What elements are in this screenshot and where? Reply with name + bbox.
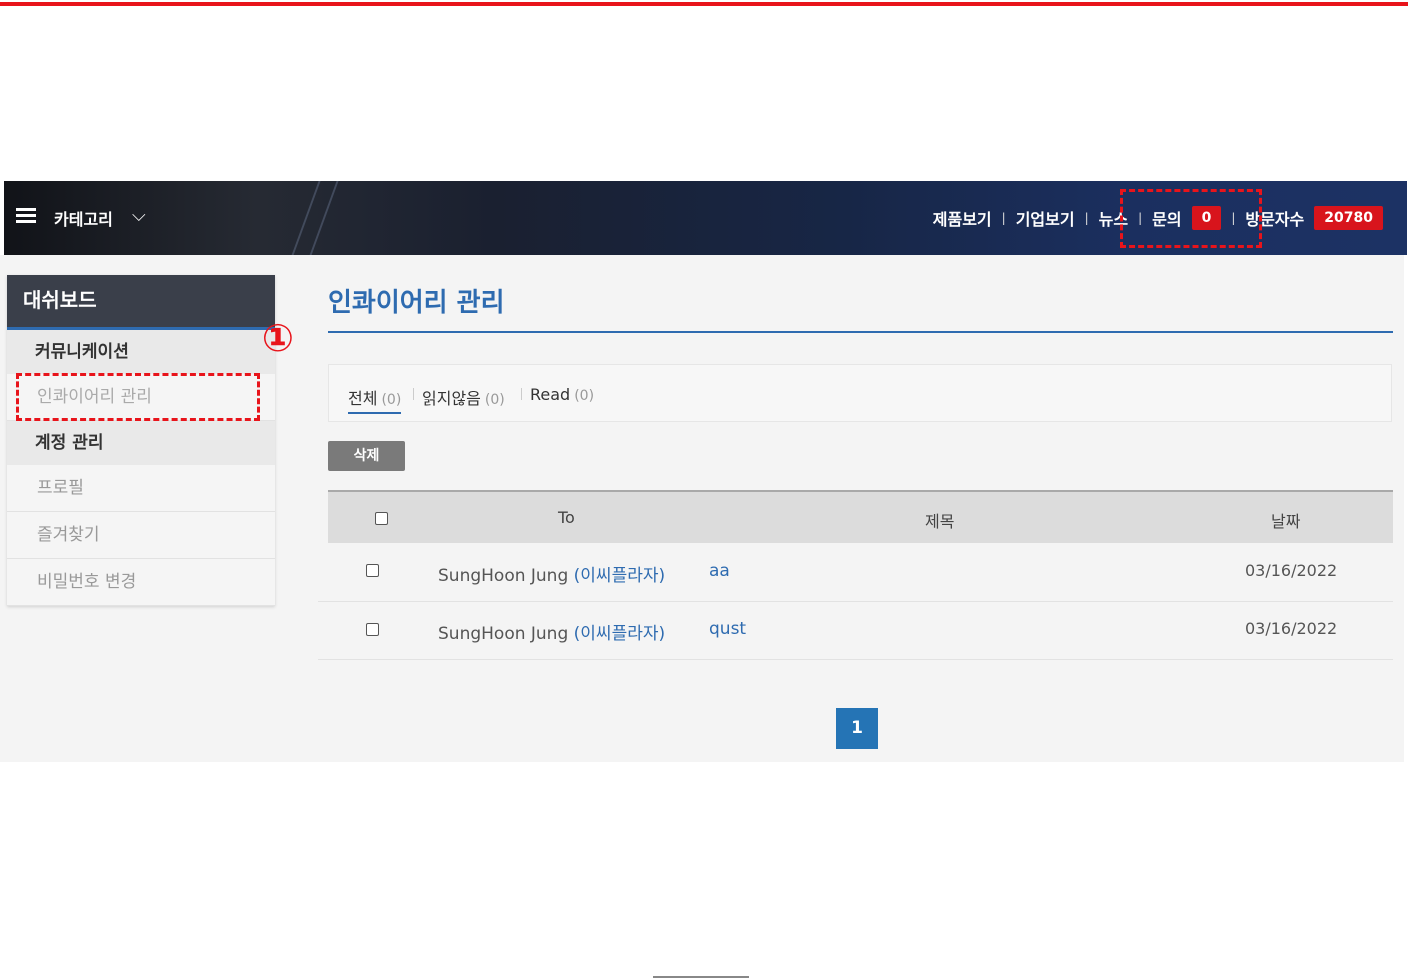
nav-companies[interactable]: 기업보기 — [1016, 206, 1075, 230]
row-date: 03/16/2022 — [1245, 619, 1338, 638]
visitor-count-badge: 20780 — [1314, 206, 1383, 230]
nav-separator: | — [1001, 211, 1006, 225]
filter-separator — [521, 388, 522, 400]
title-divider — [328, 331, 1393, 333]
filter-unread[interactable]: 읽지않음 (0) — [422, 385, 505, 409]
column-subject: 제목 — [925, 512, 955, 531]
delete-button[interactable]: 삭제 — [328, 441, 405, 471]
table-row[interactable]: SungHoon Jung (이씨플라자) qust 03/16/2022 — [318, 601, 1393, 660]
header-decoration — [285, 181, 325, 255]
sidebar-section-account[interactable]: 계정 관리 — [7, 421, 275, 465]
highlight-box-inquiry — [1120, 189, 1262, 248]
filter-separator — [413, 388, 414, 400]
category-menu[interactable]: 카테고리 — [54, 206, 113, 230]
sidebar-item-favorites[interactable]: 즐겨찾기 — [7, 512, 275, 559]
sender-name: SungHoon Jung — [438, 566, 569, 586]
page-title: 인콰이어리 관리 — [328, 288, 505, 318]
row-checkbox[interactable] — [366, 564, 379, 577]
filter-all-count: (0) — [381, 392, 402, 408]
row-sender: SungHoon Jung (이씨플라자) — [438, 619, 665, 644]
nav-products[interactable]: 제품보기 — [933, 206, 992, 230]
column-to: To — [558, 508, 575, 527]
column-date: 날짜 — [1271, 512, 1301, 531]
row-sender: SungHoon Jung (이씨플라자) — [438, 561, 665, 586]
sidebar: 대쉬보드 커뮤니케이션 인콰이어리 관리 계정 관리 프로필 즐겨찾기 비밀번호… — [7, 275, 275, 606]
filter-read[interactable]: Read (0) — [530, 385, 594, 404]
filter-read-count: (0) — [574, 388, 595, 404]
filter-tabs: 전체 (0) 읽지않음 (0) Read (0) — [328, 364, 1392, 422]
row-subject-link[interactable]: qust — [709, 619, 746, 639]
table-row[interactable]: SungHoon Jung (이씨플라자) aa 03/16/2022 — [318, 543, 1393, 602]
nav-separator: | — [1084, 211, 1089, 225]
select-all-checkbox[interactable] — [375, 512, 388, 525]
filter-read-label: Read — [530, 385, 571, 404]
header-decoration — [303, 181, 343, 255]
pagination-page-1[interactable]: 1 — [836, 708, 878, 749]
row-subject-link[interactable]: aa — [709, 561, 730, 581]
table-header: To 제목 날짜 — [328, 490, 1393, 543]
sender-name: SungHoon Jung — [438, 624, 569, 644]
sidebar-item-profile[interactable]: 프로필 — [7, 465, 275, 512]
sidebar-item-change-password[interactable]: 비밀번호 변경 — [7, 559, 275, 606]
sidebar-section-communication[interactable]: 커뮤니케이션 — [7, 330, 275, 374]
step-marker: ① — [261, 316, 295, 360]
top-red-rule — [0, 2, 1408, 6]
filter-unread-count: (0) — [484, 392, 505, 408]
chevron-down-icon[interactable]: ⌵ — [132, 205, 146, 226]
hamburger-menu-icon[interactable] — [16, 208, 36, 226]
filter-unread-label: 읽지않음 — [422, 389, 481, 408]
sidebar-title[interactable]: 대쉬보드 — [7, 275, 275, 330]
filter-all-label: 전체 — [348, 389, 378, 408]
highlight-box-inquiry-menu — [16, 373, 260, 421]
filter-all[interactable]: 전체 (0) — [348, 385, 402, 414]
sender-company: (이씨플라자) — [573, 566, 666, 586]
row-date: 03/16/2022 — [1245, 561, 1338, 580]
sender-company: (이씨플라자) — [573, 624, 666, 644]
row-checkbox[interactable] — [366, 623, 379, 636]
